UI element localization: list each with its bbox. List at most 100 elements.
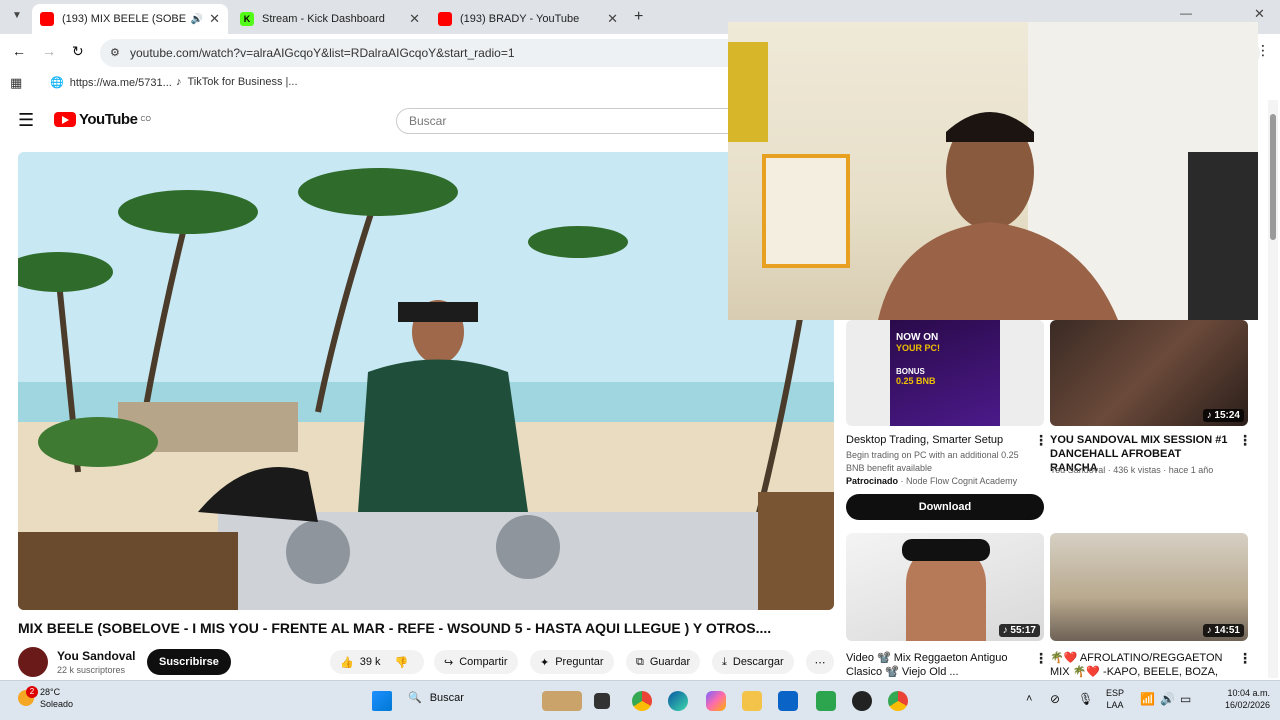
site-info-icon[interactable]: ⚙ [110, 39, 120, 67]
lang-line1: ESP [1106, 688, 1125, 698]
page-scrollbar[interactable] [1268, 100, 1278, 678]
lang-line2: LAA [1106, 700, 1124, 710]
video-card-title[interactable]: Video 📽️ Mix Reggaeton Antiguo Clasico 📽… [846, 651, 1026, 679]
close-tab-icon[interactable]: ✕ [409, 11, 420, 27]
like-count[interactable]: 39 k [360, 656, 381, 668]
close-tab-icon[interactable]: ✕ [607, 11, 618, 27]
tray-app-icon[interactable]: ⊘ [1050, 692, 1060, 706]
channel-avatar[interactable] [18, 647, 48, 677]
video-card-menu-icon[interactable]: ⋮ [1034, 650, 1048, 667]
microphone-icon[interactable]: 🎙 [1078, 692, 1093, 706]
dislike-icon[interactable]: 👎 [395, 656, 409, 669]
back-icon[interactable]: ← [12, 43, 26, 59]
ad-sponsor-line: Patrocinado · Node Flow Cognit Academy [846, 476, 1018, 486]
video-player[interactable] [18, 152, 834, 610]
window-minimize-icon[interactable]: — [1180, 6, 1192, 20]
tab-label: (193) BRADY - YouTube [460, 13, 580, 25]
more-actions-button[interactable]: ⋯ [806, 650, 834, 674]
task-view-icon[interactable] [594, 693, 610, 709]
hamburger-menu-icon[interactable]: ☰ [18, 110, 34, 131]
menu-dots-icon[interactable]: ⋮ [1256, 42, 1270, 59]
save-playlist-icon: ⧉ [636, 655, 644, 668]
clock-date: 16/02/2026 [1224, 700, 1270, 710]
apps-grid-icon[interactable]: ▦ [10, 75, 22, 91]
speaker-icon[interactable]: 🔊 [191, 14, 203, 25]
battery-icon[interactable]: ▭ [1180, 692, 1191, 706]
search-icon: 🔍 [408, 692, 422, 704]
tab-label: (193) MIX BEELE (SOBELOVE [62, 13, 187, 25]
share-icon: ↪ [444, 656, 454, 669]
forward-icon[interactable]: → [42, 43, 56, 59]
obs-icon[interactable] [852, 691, 872, 711]
windows-taskbar: 2 28°C Soleado 🔍 Buscar ˄ ⊘ 🎙 ESP LAA 📶 … [0, 680, 1280, 720]
ad-menu-icon[interactable]: ⋮ [1034, 432, 1048, 449]
bookmark-tiktok[interactable]: ♪ TikTok for Business |... [176, 76, 298, 88]
subscribe-button[interactable]: Suscribirse [147, 649, 231, 675]
tray-chevron-icon[interactable]: ˄ [1026, 693, 1032, 705]
bookmark-label: https://wa.me/5731... [69, 76, 172, 89]
channel-name[interactable]: You Sandoval [57, 649, 135, 663]
language-indicator[interactable]: ESP LAA [1106, 687, 1124, 711]
video-duration: ♪ 15:24 [1202, 409, 1244, 422]
like-icon[interactable]: 👍 [340, 656, 354, 669]
tab-list-icon[interactable]: ▼ [12, 10, 22, 21]
ad-description: Begin trading on PC with an additional 0… [846, 450, 1019, 473]
share-label: Compartir [459, 656, 508, 668]
search-input[interactable]: Buscar [396, 108, 736, 134]
volume-icon[interactable]: 🔊 [1160, 692, 1175, 706]
weather-widget[interactable]: 2 28°C Soleado [18, 686, 73, 710]
ad-banner-line1: NOW ON [896, 332, 939, 343]
ask-label: Preguntar [555, 656, 604, 668]
sun-icon: 2 [18, 686, 38, 706]
youtube-favicon-icon [438, 12, 452, 26]
more-dots-icon: ⋯ [814, 656, 826, 669]
wifi-icon[interactable]: 📶 [1140, 692, 1155, 706]
ask-button[interactable]: ✦ Preguntar [530, 650, 614, 674]
download-label: Descargar [732, 656, 784, 668]
video-thumbnail[interactable]: ♪ 14:51 [1050, 533, 1248, 641]
share-button[interactable]: ↪ Compartir [434, 650, 518, 674]
file-explorer-icon[interactable] [742, 691, 762, 711]
video-thumbnail[interactable]: ♪ 15:24 [1050, 320, 1248, 426]
chrome-icon[interactable] [632, 691, 652, 711]
clock-time: 10:04 a.m. [1227, 688, 1270, 698]
clock[interactable]: 10:04 a.m. 16/02/2026 [1210, 687, 1270, 711]
download-button[interactable]: ⤓ Descargar [712, 650, 794, 674]
windows-start-icon[interactable] [372, 691, 392, 711]
ad-download-button[interactable]: Download [846, 494, 1044, 520]
video-thumbnail[interactable]: ♪ 55:17 [846, 533, 1044, 641]
outlook-icon[interactable] [778, 691, 798, 711]
copilot-icon[interactable] [706, 691, 726, 711]
sponsored-label: Patrocinado [846, 476, 899, 486]
reload-icon[interactable]: ↻ [72, 43, 84, 60]
calculator-icon[interactable] [816, 691, 836, 711]
new-tab-icon[interactable]: + [634, 8, 643, 26]
ad-banner-line4: 0.25 BNB [896, 376, 936, 386]
video-card-menu-icon[interactable]: ⋮ [1238, 432, 1252, 449]
close-tab-icon[interactable]: ✕ [209, 11, 220, 27]
save-button[interactable]: ⧉ Guardar [626, 650, 701, 674]
taskbar-search[interactable]: 🔍 Buscar [408, 691, 464, 705]
youtube-logo[interactable]: YouTube CO [54, 111, 151, 128]
subscriber-count: 22 k suscriptores [57, 665, 126, 675]
ad-title[interactable]: Desktop Trading, Smarter Setup [846, 433, 1026, 447]
edge-icon[interactable] [668, 691, 688, 711]
ad-banner: NOW ON YOUR PC! BONUS 0.25 BNB [890, 320, 1000, 426]
video-card-title[interactable]: 🌴❤️ AFROLATINO/REGGAETON MIX 🌴❤️ -KAPO, … [1050, 651, 1230, 679]
tab-kick-dashboard[interactable]: K Stream - Kick Dashboard ✕ [232, 4, 428, 34]
widgets-icon[interactable] [542, 691, 582, 711]
video-frame-illustration [18, 152, 834, 610]
youtube-play-icon [54, 112, 76, 127]
webcam-feed-illustration [728, 22, 1258, 320]
tab-mix-beele[interactable]: (193) MIX BEELE (SOBELOVE 🔊 ✕ [32, 4, 228, 34]
youtube-wordmark: YouTube [79, 111, 138, 128]
tiktok-icon: ♪ [176, 76, 182, 88]
video-card-menu-icon[interactable]: ⋮ [1238, 650, 1252, 667]
bookmark-whatsapp[interactable]: 🌐 https://wa.me/5731... [50, 76, 172, 90]
tab-brady[interactable]: (193) BRADY - YouTube ✕ [430, 4, 626, 34]
ad-thumbnail[interactable]: NOW ON YOUR PC! BONUS 0.25 BNB [846, 320, 1044, 426]
chrome-profile-icon[interactable] [888, 691, 908, 711]
scrollbar-thumb[interactable] [1270, 114, 1276, 240]
webcam-overlay [728, 22, 1258, 320]
window-close-icon[interactable]: ✕ [1254, 6, 1265, 22]
